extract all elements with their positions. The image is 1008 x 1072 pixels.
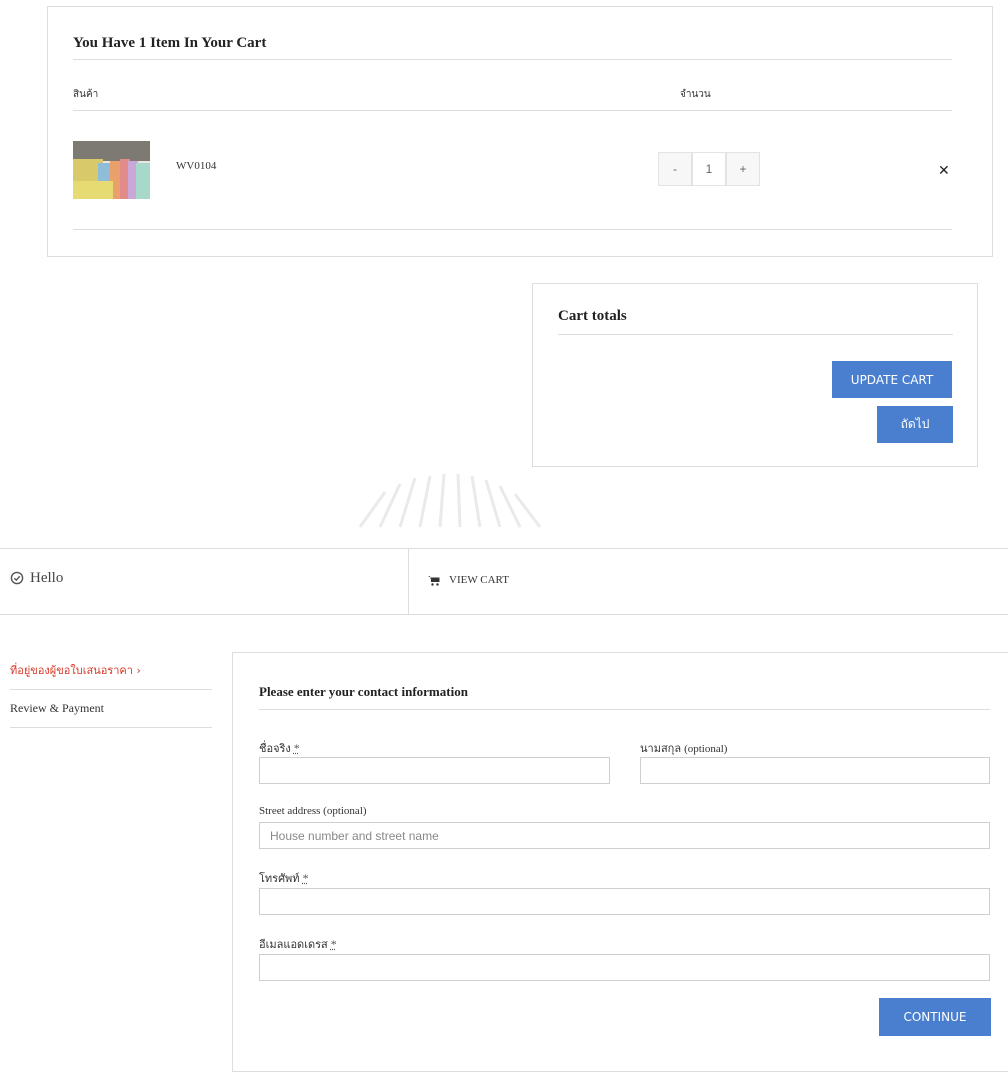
remove-item-icon[interactable]: ✕ — [938, 163, 950, 179]
sidebar-item-review-payment[interactable]: Review & Payment — [10, 701, 104, 716]
divider — [558, 334, 953, 335]
check-circle-icon — [10, 571, 24, 585]
cart-panel: You Have 1 Item In Your Cart สินค้า จำนว… — [47, 6, 993, 257]
divider — [73, 229, 952, 230]
email-label: อีเมลแอดเดรส * — [259, 937, 337, 951]
sidebar-divider — [10, 727, 212, 728]
divider — [73, 59, 952, 60]
watermark-seal — [358, 473, 542, 528]
last-name-field[interactable] — [640, 757, 990, 784]
step-divider — [408, 548, 409, 614]
sidebar-divider — [10, 689, 212, 690]
step-hello[interactable]: Hello — [10, 566, 63, 590]
divider — [259, 709, 990, 710]
contact-form-panel: Please enter your contact information ชื… — [232, 652, 1008, 1072]
update-cart-button[interactable]: UPDATE CART — [832, 361, 952, 398]
cart-title: You Have 1 Item In Your Cart — [73, 35, 267, 51]
step-hello-label: Hello — [30, 569, 64, 586]
cart-totals-panel: Cart totals UPDATE CART ถัดไป — [532, 283, 978, 467]
quantity-input[interactable]: 1 — [692, 152, 726, 186]
first-name-label: ชื่อจริง * — [259, 741, 300, 755]
cart-totals-title: Cart totals — [558, 308, 627, 324]
form-title: Please enter your contact information — [259, 684, 468, 699]
quantity-increment-button[interactable]: + — [726, 152, 760, 186]
view-cart-label: VIEW CART — [449, 574, 509, 586]
email-field[interactable] — [259, 954, 990, 981]
cart-icon — [428, 575, 440, 586]
product-name[interactable]: WV0104 — [176, 160, 216, 172]
step-bar-top-border — [0, 548, 1008, 549]
quantity-decrement-button[interactable]: - — [658, 152, 692, 186]
divider — [73, 110, 952, 111]
column-header-quantity: จำนวน — [680, 89, 711, 100]
column-header-product: สินค้า — [73, 89, 99, 100]
fabric-rolls-image — [73, 141, 150, 199]
first-name-field[interactable] — [259, 757, 610, 784]
last-name-label: นามสกุล (optional) — [640, 742, 728, 755]
phone-field[interactable] — [259, 888, 990, 915]
phone-label: โทรศัพท์ * — [259, 871, 309, 885]
sidebar-item-address[interactable]: ที่อยู่ของผู้ขอใบเสนอราคา › — [10, 661, 141, 679]
next-button[interactable]: ถัดไป — [877, 406, 953, 443]
continue-button[interactable]: CONTINUE — [879, 998, 991, 1036]
product-thumbnail[interactable] — [73, 141, 150, 199]
step-view-cart[interactable]: VIEW CART — [428, 574, 509, 586]
street-address-field[interactable] — [259, 822, 990, 849]
street-address-label: Street address (optional) — [259, 805, 367, 817]
step-bar-bottom-border — [0, 614, 1008, 615]
